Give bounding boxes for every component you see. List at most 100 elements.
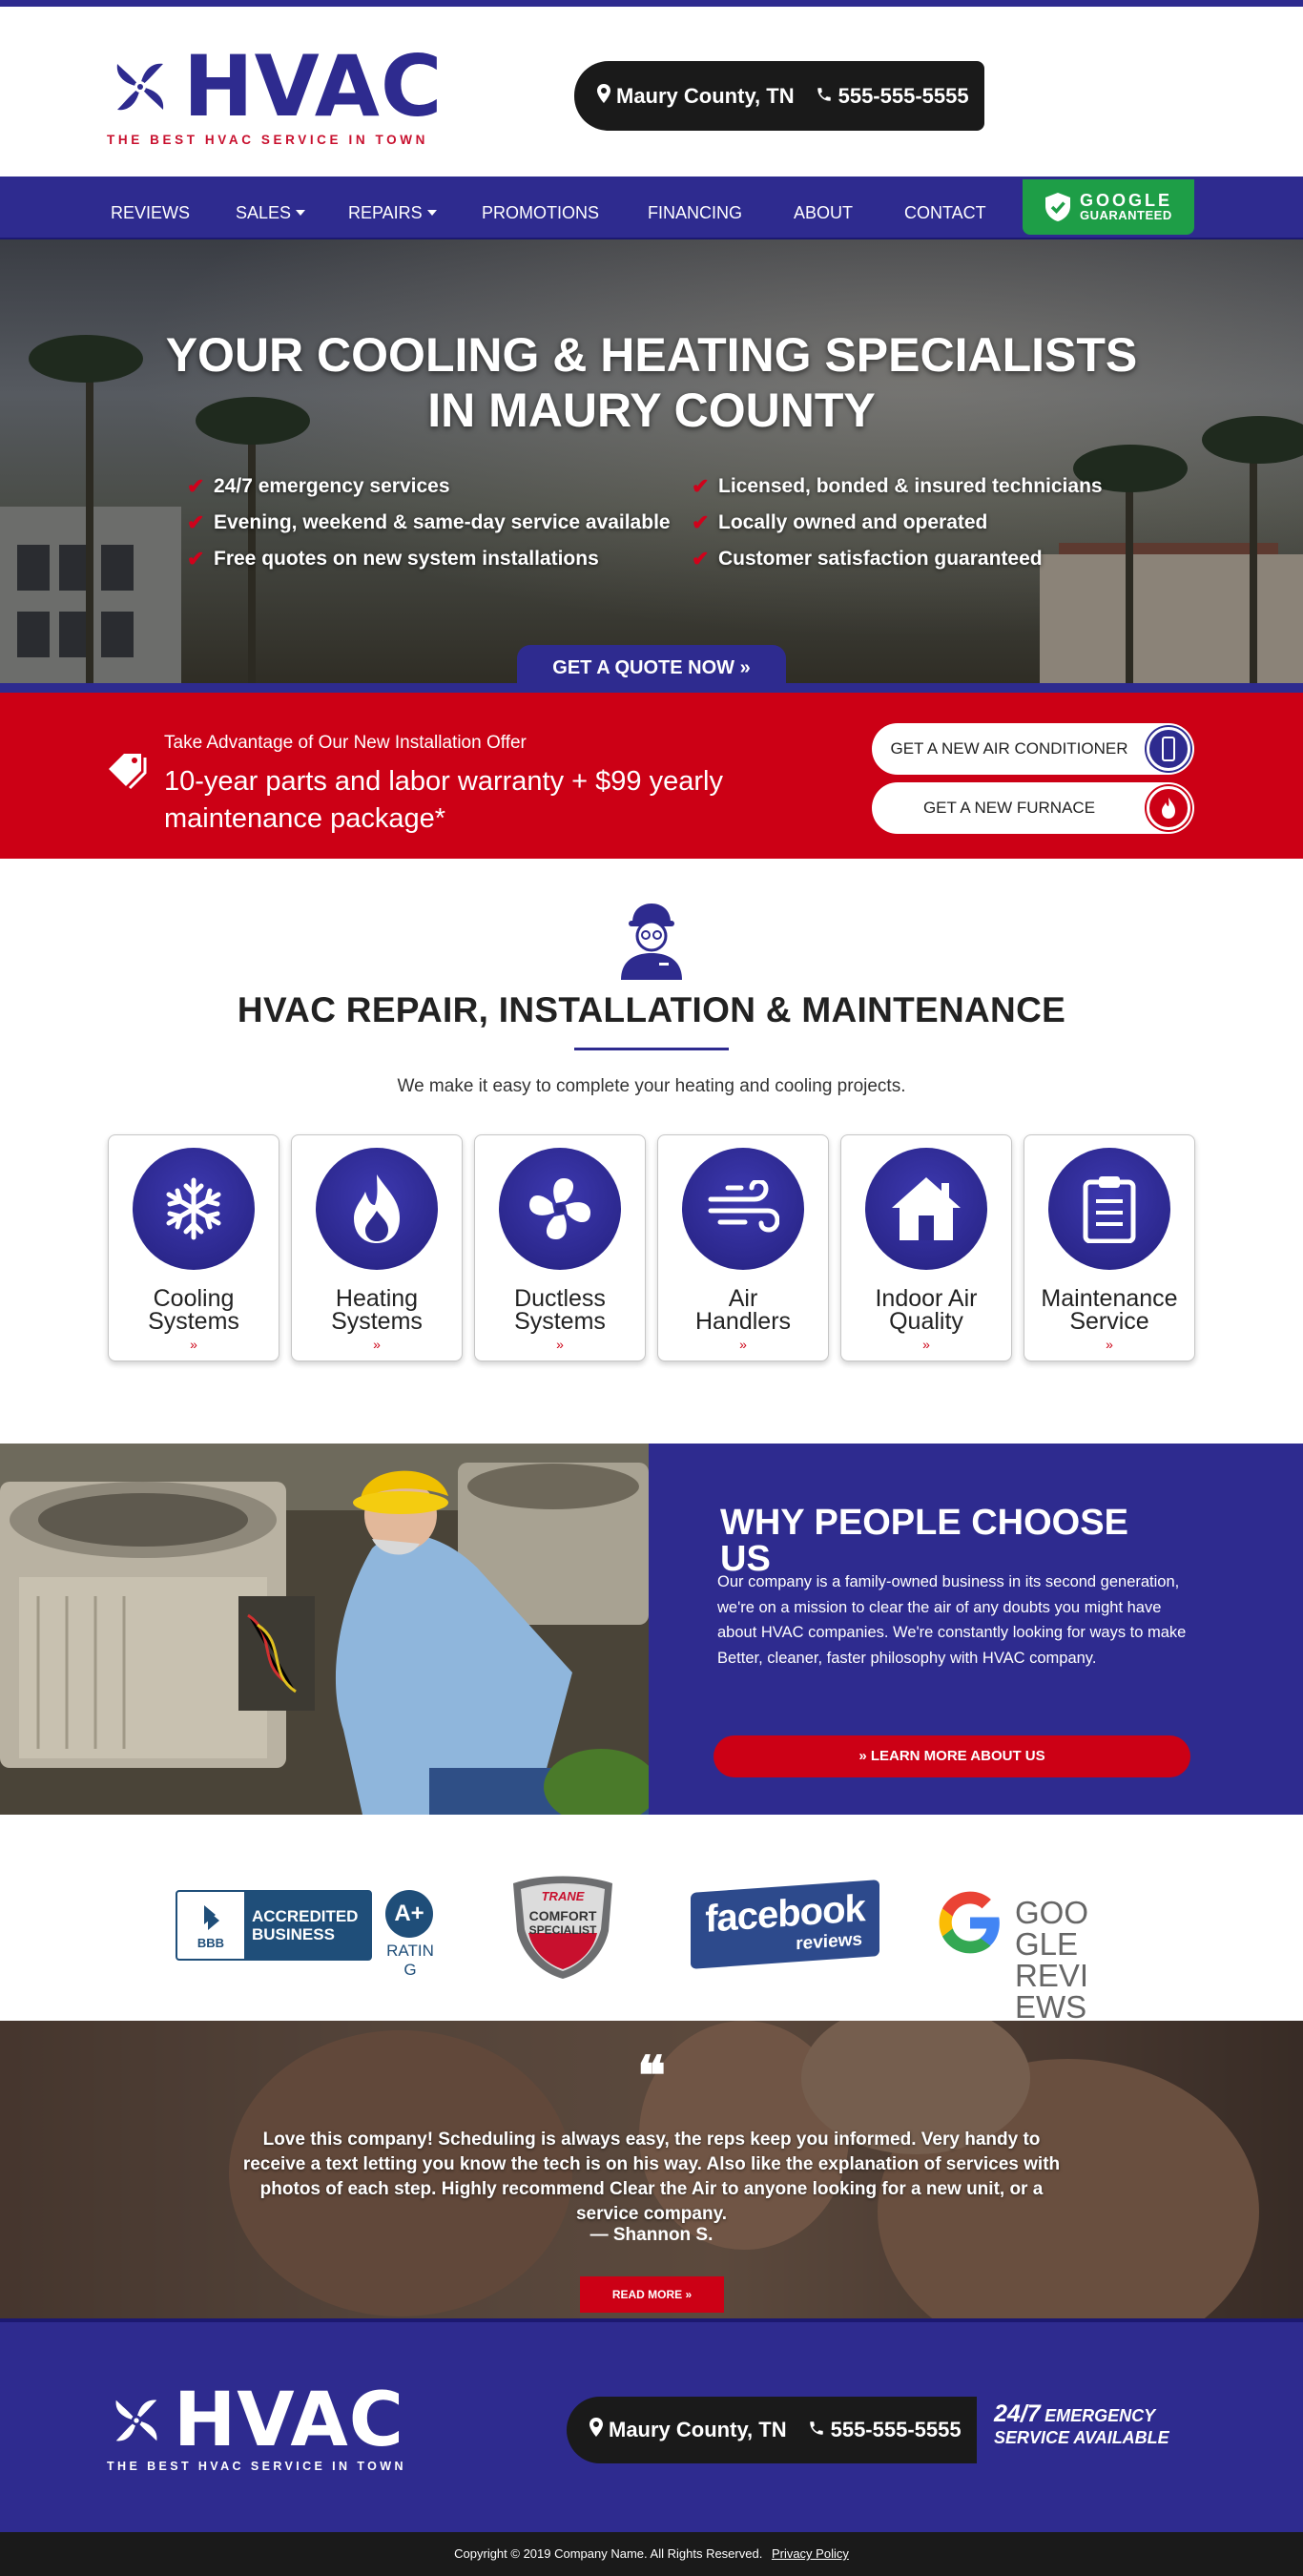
- rating-label: RATING: [386, 1942, 434, 1979]
- emergency-service-note: 24/7 EMERGENCY SERVICE AVAILABLE: [977, 2400, 1169, 2448]
- facebook-reviews-badge[interactable]: facebook reviews: [691, 1880, 879, 1969]
- why-choose-us-section: WHY PEOPLE CHOOSE US Our company is a fa…: [649, 1444, 1303, 1815]
- check-icon: ✔: [187, 547, 205, 571]
- testimonial-section: ❝ Love this company! Scheduling is alway…: [0, 2021, 1303, 2318]
- why-text: Our company is a family-owned business i…: [717, 1573, 1187, 1667]
- service-card-cooling[interactable]: Cooling Systems »: [108, 1134, 279, 1361]
- chevron-right-icon: »: [1106, 1337, 1113, 1352]
- privacy-policy-link[interactable]: Privacy Policy: [772, 2546, 849, 2561]
- bbb-line1: ACCREDITED: [252, 1907, 359, 1925]
- new-furnace-button[interactable]: GET A NEW FURNACE: [872, 782, 1194, 834]
- nav-item-about[interactable]: ABOUT: [794, 177, 853, 239]
- chevron-right-icon: »: [922, 1337, 930, 1352]
- feature-item: ✔ Licensed, bonded & insured technicians: [692, 468, 1103, 505]
- nav-item-reviews[interactable]: REVIEWS: [111, 177, 190, 239]
- wind-icon: [682, 1148, 804, 1270]
- services-title: HVAC REPAIR, INSTALLATION & MAINTENANCE: [237, 990, 1066, 1029]
- copyright-text: Copyright © 2019 Company Name. All Right…: [454, 2546, 763, 2561]
- footer-location: Maury County, TN: [609, 2418, 787, 2441]
- chevron-right-icon: »: [190, 1337, 197, 1352]
- flame-icon: [316, 1148, 438, 1270]
- phone-icon: [808, 2418, 825, 2442]
- nav-item-label: SALES: [236, 203, 292, 222]
- fan-logo-icon: [115, 2399, 157, 2441]
- check-icon: ✔: [692, 474, 710, 498]
- bbb-line2: BUSINESS: [252, 1925, 335, 1943]
- bbb-logo-text: BBB: [196, 1935, 225, 1950]
- nav-item-label: REPAIRS: [348, 203, 423, 222]
- feature-text: Locally owned and operated: [718, 511, 988, 533]
- trane-badge[interactable]: TRANE COMFORT SPECIALIST: [504, 1874, 622, 1981]
- services-subtitle: We make it easy to complete your heating…: [397, 1076, 906, 1096]
- feature-item: ✔ Customer satisfaction guaranteed: [692, 541, 1103, 577]
- header-phone[interactable]: 555-555-5555: [838, 84, 969, 109]
- footer-phone[interactable]: 555-555-5555: [831, 2418, 962, 2442]
- emergency-label: EMERGENCY: [1044, 2406, 1156, 2425]
- check-icon: ✔: [187, 510, 205, 534]
- trust-badges: BBB ACCREDITED BUSINESS A+ RATING TRANE …: [0, 1815, 1303, 2025]
- feature-text: Evening, weekend & same-day service avai…: [214, 511, 671, 533]
- site-footer: HVAC THE BEST HVAC SERVICE IN TOWN Maury…: [0, 2318, 1303, 2532]
- check-icon: ✔: [692, 510, 710, 534]
- google-guaranteed-badge[interactable]: GOOGLE GUARANTEED: [1023, 179, 1194, 235]
- get-quote-button[interactable]: GET A QUOTE NOW »: [517, 645, 786, 693]
- emergency-24-7: 24/7: [994, 2400, 1041, 2427]
- quote-icon: ❝: [636, 2045, 667, 2108]
- hero-section: YOUR COOLING & HEATING SPECIALISTS IN MA…: [0, 239, 1303, 683]
- offer-banner: Take Advantage of Our New Installation O…: [0, 693, 1303, 859]
- service-card-air-handlers[interactable]: Air Handlers »: [657, 1134, 829, 1361]
- new-ac-button[interactable]: GET A NEW AIR CONDITIONER: [872, 723, 1194, 775]
- nav-item-contact[interactable]: CONTACT: [904, 177, 986, 239]
- bbb-rating: A+ RATING: [385, 1890, 435, 1980]
- chevron-right-icon: »: [556, 1337, 564, 1352]
- site-logo[interactable]: HVAC THE BEST HVAC SERVICE IN TOWN: [107, 37, 469, 148]
- footer-contact-pill: Maury County, TN 555-555-5555: [567, 2397, 977, 2463]
- map-marker-icon: [597, 83, 610, 109]
- footer-logo[interactable]: HVAC THE BEST HVAC SERVICE IN TOWN: [107, 2378, 406, 2473]
- technician-icon: [621, 904, 682, 980]
- check-icon: ✔: [692, 547, 710, 571]
- service-card-heating[interactable]: Heating Systems »: [291, 1134, 463, 1361]
- feature-item: ✔ Evening, weekend & same-day service ava…: [187, 505, 671, 541]
- copyright-bar: Copyright © 2019 Company Name. All Right…: [0, 2532, 1303, 2576]
- chevron-right-icon: »: [373, 1337, 381, 1352]
- google-badge-line1: GOOGLE: [1080, 191, 1173, 210]
- read-more-button[interactable]: READ MORE »: [580, 2276, 724, 2313]
- nav-item-repairs[interactable]: REPAIRS: [348, 177, 437, 239]
- google-reviews-text: GOOGLE REVIEWS: [1015, 1895, 1089, 2025]
- logo-wordmark: HVAC: [183, 37, 444, 135]
- phone-icon: [816, 84, 833, 109]
- feature-item: ✔ 24/7 emergency services: [187, 468, 671, 505]
- feature-text: Free quotes on new system installations: [214, 548, 599, 570]
- grade-badge: A+: [385, 1890, 433, 1938]
- service-label: Air Handlers: [694, 1285, 792, 1335]
- top-accent-bar: [0, 0, 1303, 7]
- new-furnace-label: GET A NEW FURNACE: [922, 799, 1096, 817]
- offer-headline: 10-year parts and labor warranty + $99 y…: [164, 766, 723, 834]
- nav-item-financing[interactable]: FINANCING: [648, 177, 742, 239]
- google-reviews-badge[interactable]: GOOGLE REVIEWS: [935, 1887, 1126, 2025]
- caret-down-icon: [296, 210, 306, 216]
- footer-logo-wordmark: HVAC: [174, 2378, 404, 2463]
- service-label: Indoor Air Quality: [875, 1285, 978, 1335]
- service-card-indoor-air[interactable]: Indoor Air Quality »: [840, 1134, 1012, 1361]
- nav-item-sales[interactable]: SALES: [236, 177, 306, 239]
- service-card-maintenance[interactable]: Maintenance Service »: [1024, 1134, 1195, 1361]
- feature-item: ✔ Locally owned and operated: [692, 505, 1103, 541]
- trane-brand: TRANE: [541, 1889, 585, 1903]
- map-marker-icon: [589, 2418, 603, 2442]
- learn-more-button[interactable]: » LEARN MORE ABOUT US: [714, 1735, 1190, 1777]
- testimonial-author: — Shannon S.: [589, 2225, 714, 2245]
- hero-features-right: ✔ Licensed, bonded & insured technicians …: [692, 468, 1103, 577]
- service-label: Cooling Systems: [148, 1285, 239, 1335]
- site-header: HVAC THE BEST HVAC SERVICE IN TOWN Maury…: [0, 7, 1303, 177]
- bbb-badge[interactable]: BBB ACCREDITED BUSINESS: [176, 1890, 372, 1961]
- service-label: Ductless Systems: [514, 1285, 606, 1335]
- shield-check-icon: [1045, 193, 1070, 221]
- hero-features-left: ✔ 24/7 emergency services ✔ Evening, weeke…: [187, 468, 671, 577]
- technician-photo: [0, 1444, 649, 1815]
- service-label: Heating Systems: [331, 1285, 423, 1335]
- new-ac-label: GET A NEW AIR CONDITIONER: [890, 739, 1128, 758]
- service-card-ductless[interactable]: Ductless Systems »: [474, 1134, 646, 1361]
- nav-item-promotions[interactable]: PROMOTIONS: [482, 177, 599, 239]
